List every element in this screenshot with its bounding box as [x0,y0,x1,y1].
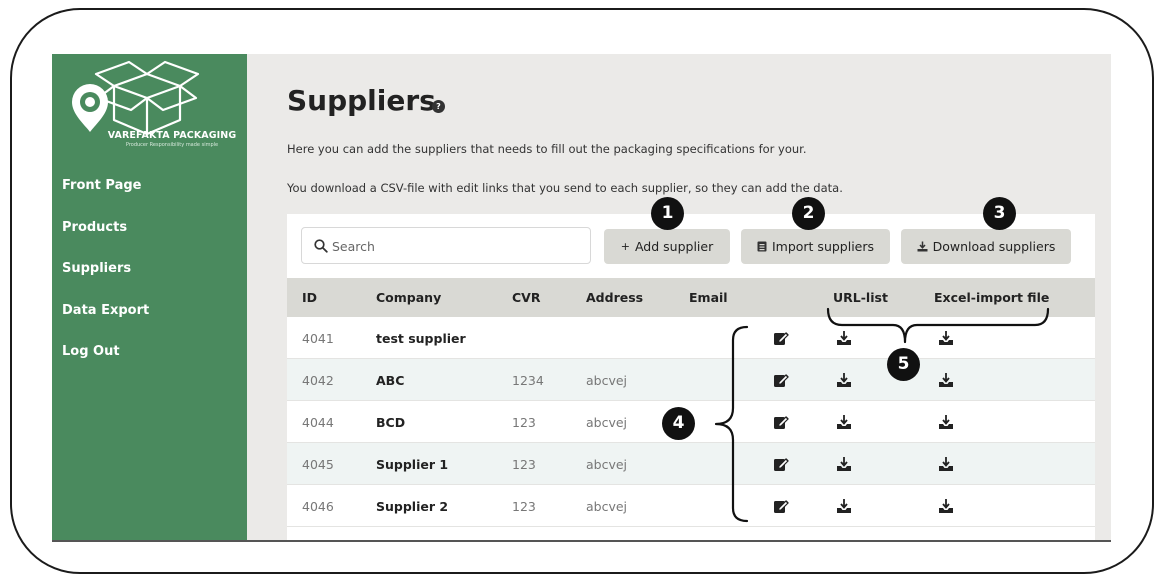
callout-marker-3: 3 [983,197,1016,230]
annotation-brackets [714,307,1050,523]
callout-marker-1: 1 [651,197,684,230]
callout-marker-2: 2 [792,197,825,230]
callout-marker-5: 5 [887,348,920,381]
callout-marker-4: 4 [662,407,695,440]
